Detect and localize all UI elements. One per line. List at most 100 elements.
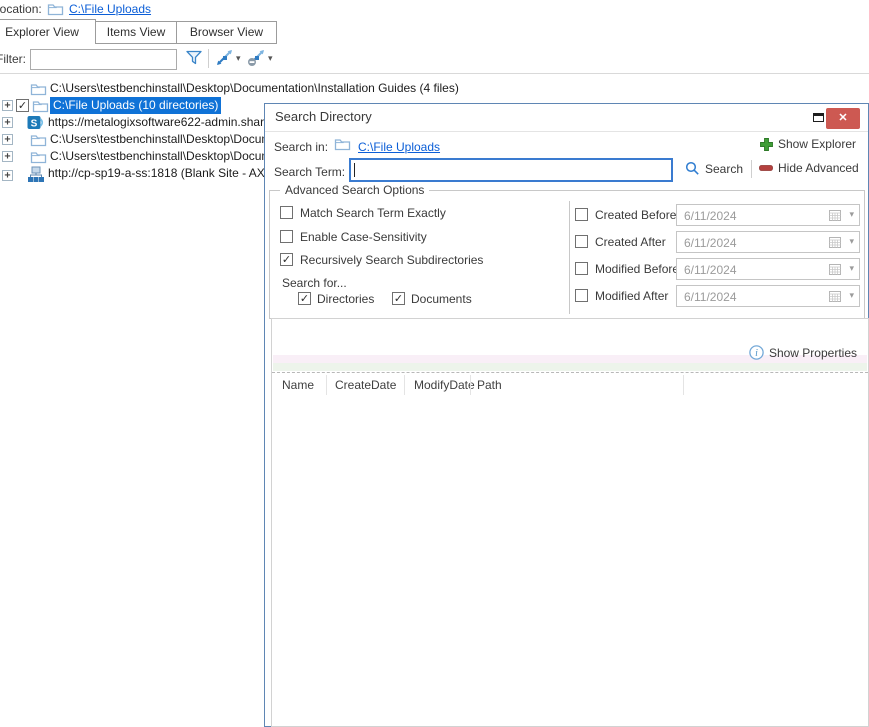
tab-label: Explorer View (5, 25, 79, 39)
button-separator (751, 160, 752, 178)
green-plus-icon (760, 138, 773, 151)
created-after-label: Created After (595, 235, 666, 249)
created-before-datepicker[interactable]: 6/11/2024 ▾ (676, 204, 860, 226)
search-in-path-link[interactable]: C:\File Uploads (358, 140, 440, 154)
location-bar: Location: C:\File Uploads (0, 0, 869, 18)
red-minus-icon (759, 165, 773, 171)
tree-item-label[interactable]: https://metalogixsoftware622-admin.share… (48, 114, 277, 131)
created-after-datepicker[interactable]: 6/11/2024 ▾ (676, 231, 860, 253)
filter-input[interactable] (30, 49, 177, 70)
column-header-path[interactable]: Path (477, 378, 502, 392)
date-value: 6/11/2024 (684, 290, 737, 304)
tree-item-label[interactable]: C:\Users\testbenchinstall\Desktop\Docume… (50, 80, 459, 97)
expand-toggle[interactable]: + (2, 151, 13, 162)
site-collection-icon (27, 166, 45, 188)
funnel-icon[interactable] (185, 49, 203, 69)
created-before-checkbox[interactable] (575, 208, 588, 221)
expand-toggle[interactable]: + (2, 100, 13, 111)
dialog-title-bar[interactable]: Search Directory ✕ (265, 104, 868, 132)
folder-icon (334, 137, 351, 154)
tree-item-label[interactable]: C:\Users\testbenchinstall\Desktop\Docume… (50, 148, 288, 165)
column-header-modifydate[interactable]: ModifyDate (414, 378, 475, 392)
calendar-icon (829, 290, 841, 305)
app-window: Location: C:\File Uploads Explorer View … (0, 0, 869, 727)
minimize-button[interactable] (813, 113, 824, 122)
results-panel: i Show Properties Name CreateDate Modify… (271, 318, 869, 727)
group-divider (569, 201, 570, 314)
dialog-title: Search Directory (275, 109, 372, 124)
date-value: 6/11/2024 (684, 236, 737, 250)
results-table-header: Name CreateDate ModifyDate Path (272, 372, 868, 398)
column-separator[interactable] (470, 375, 471, 395)
chevron-down-icon[interactable]: ▾ (236, 53, 241, 64)
search-for-label: Search for... (282, 276, 347, 290)
tree-item-label[interactable]: C:\File Uploads (10 directories) (50, 97, 221, 114)
filter-toolbar: Filter: ▾ ▾ (0, 44, 869, 74)
recursive-search-label: Recursively Search Subdirectories (300, 253, 483, 267)
chevron-down-icon[interactable]: ▾ (849, 290, 854, 301)
modified-after-checkbox[interactable] (575, 289, 588, 302)
search-term-label: Search Term: (274, 165, 345, 179)
directories-label: Directories (317, 292, 374, 306)
column-separator[interactable] (326, 375, 327, 395)
column-header-name[interactable]: Name (282, 378, 314, 392)
tab-explorer-view[interactable]: Explorer View (0, 19, 96, 44)
highlight-band-green (273, 363, 867, 371)
chevron-down-icon[interactable]: ▾ (849, 209, 854, 220)
group-label: Advanced Search Options (280, 183, 429, 197)
modified-after-label: Modified After (595, 289, 668, 303)
close-button[interactable]: ✕ (826, 108, 860, 129)
chevron-down-icon[interactable]: ▾ (268, 53, 273, 64)
show-properties-button[interactable]: i Show Properties (749, 345, 857, 360)
match-exactly-checkbox[interactable] (280, 206, 293, 219)
modified-after-datepicker[interactable]: 6/11/2024 ▾ (676, 285, 860, 307)
tab-items-view[interactable]: Items View (95, 21, 177, 44)
expand-toggle[interactable]: + (2, 134, 13, 145)
svg-text:i: i (755, 348, 758, 359)
location-path-link[interactable]: C:\File Uploads (69, 2, 151, 16)
tree-checkbox[interactable]: ✓ (16, 99, 29, 112)
match-exactly-label: Match Search Term Exactly (300, 206, 446, 220)
disconnect-icon[interactable] (247, 49, 266, 70)
modified-before-checkbox[interactable] (575, 262, 588, 275)
tab-label: Browser View (190, 25, 263, 39)
search-in-label: Search in: (274, 140, 328, 154)
column-separator[interactable] (404, 375, 405, 395)
filter-label: Filter: (0, 52, 26, 66)
search-button[interactable]: Search (685, 161, 743, 176)
tree-item-label[interactable]: C:\Users\testbenchinstall\Desktop\Docume… (50, 131, 288, 148)
show-explorer-label: Show Explorer (778, 137, 856, 151)
info-icon: i (749, 345, 764, 360)
calendar-icon (829, 209, 841, 224)
created-after-checkbox[interactable] (575, 235, 588, 248)
documents-label: Documents (411, 292, 472, 306)
connect-icon[interactable] (215, 49, 234, 70)
column-header-createdate[interactable]: CreateDate (335, 378, 396, 392)
modified-before-datepicker[interactable]: 6/11/2024 ▾ (676, 258, 860, 280)
column-separator[interactable] (683, 375, 684, 395)
recursive-search-checkbox[interactable]: ✓ (280, 253, 293, 266)
tab-browser-view[interactable]: Browser View (176, 21, 277, 44)
chevron-down-icon[interactable]: ▾ (849, 236, 854, 247)
advanced-search-options-group: Advanced Search Options Match Search Ter… (269, 190, 865, 319)
date-value: 6/11/2024 (684, 209, 737, 223)
text-cursor (354, 163, 355, 177)
svg-text:S: S (31, 119, 38, 130)
search-directory-dialog: Search Directory ✕ Search in: C:\File Up… (264, 103, 869, 727)
tree-row[interactable]: C:\Users\testbenchinstall\Desktop\Docume… (0, 80, 860, 97)
directories-checkbox[interactable]: ✓ (298, 292, 311, 305)
case-sensitivity-checkbox[interactable] (280, 230, 293, 243)
date-value: 6/11/2024 (684, 263, 737, 277)
chevron-down-icon[interactable]: ▾ (849, 263, 854, 274)
tree-item-label[interactable]: http://cp-sp19-a-ss:1818 (Blank Site - A… (48, 165, 288, 182)
show-explorer-button[interactable]: Show Explorer (760, 137, 856, 151)
search-term-input[interactable] (349, 158, 673, 182)
hide-advanced-button[interactable]: Hide Advanced (759, 161, 859, 175)
magnifier-icon (685, 161, 700, 176)
toolbar-separator (208, 49, 209, 68)
expand-toggle[interactable]: + (2, 117, 13, 128)
tab-label: Items View (107, 25, 165, 39)
documents-checkbox[interactable]: ✓ (392, 292, 405, 305)
calendar-icon (829, 236, 841, 251)
expand-toggle[interactable]: + (2, 170, 13, 181)
